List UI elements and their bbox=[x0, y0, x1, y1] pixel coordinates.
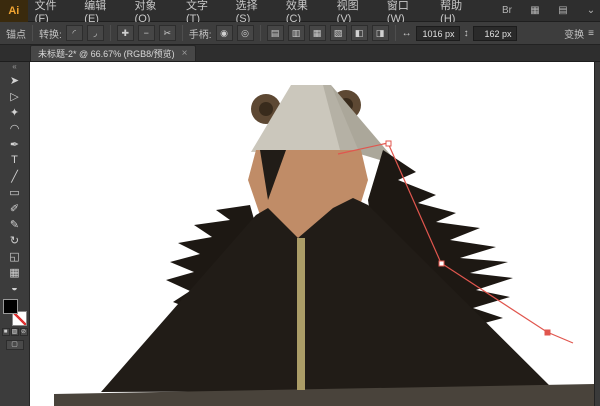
direct-selection-tool[interactable]: ▷ bbox=[3, 88, 27, 104]
align-left-button[interactable]: ▤ bbox=[266, 25, 284, 41]
none-mode-button[interactable]: ⊘ bbox=[19, 328, 28, 336]
convert-to-smooth-button[interactable]: ◜ bbox=[65, 25, 83, 41]
cut-path-button[interactable]: ✂ bbox=[158, 25, 176, 41]
arrange-documents-icon[interactable]: ▦ bbox=[526, 5, 544, 16]
gradient-tool[interactable]: ▦ bbox=[3, 264, 27, 280]
document-tab-title: 未标题-2* @ 66.67% (RGB8/预览) bbox=[38, 49, 175, 59]
control-bar: 锚点 转换: ◜ ◞ ✚ − ✂ 手柄: ◉ ◎ ▤ ▥ ▦ ▧ ◧ ◨ ↔ 1… bbox=[0, 22, 600, 45]
artwork bbox=[30, 62, 594, 406]
illustrator-window: Ai 文件(F) 编辑(E) 对象(O) 文字(T) 选择(S) 效果(C) 视… bbox=[0, 0, 600, 406]
height-icon: ↕ bbox=[463, 27, 469, 39]
tools-panel: « ➤ ▷ ✦ ◠ ✒ T ╱ ▭ ✐ ✎ ↻ ◱ ▦ ◒ ■ ▨ ⊘ ▢ bbox=[0, 62, 30, 406]
rectangle-tool[interactable]: ▭ bbox=[3, 184, 27, 200]
convert-label: 转换: bbox=[39, 29, 62, 41]
distribute-top-button[interactable]: ▧ bbox=[329, 25, 347, 41]
anchor-point-selected[interactable] bbox=[544, 329, 551, 336]
menu-item-view[interactable]: 视图(V) bbox=[330, 0, 380, 25]
anchor-label: 锚点 bbox=[6, 29, 26, 41]
center-stripe-shape bbox=[297, 238, 305, 390]
close-icon[interactable]: × bbox=[182, 48, 188, 59]
eyedropper-tool[interactable]: ◒ bbox=[3, 280, 27, 296]
bridge-icon[interactable]: Br bbox=[498, 5, 516, 16]
menu-item-window[interactable]: 窗口(W) bbox=[380, 0, 433, 25]
handles-label: 手柄: bbox=[188, 29, 212, 41]
panel-menu-icon[interactable]: ≡ bbox=[588, 28, 594, 39]
menu-item-object[interactable]: 对象(O) bbox=[128, 0, 179, 25]
paint-mode-buttons: ■ ▨ ⊘ bbox=[1, 328, 28, 336]
workspace-switcher-icon[interactable]: ▤ bbox=[554, 5, 572, 16]
delete-anchor-button[interactable]: − bbox=[137, 25, 155, 41]
selection-tool[interactable]: ➤ bbox=[3, 72, 27, 88]
paintbrush-tool[interactable]: ✐ bbox=[3, 200, 27, 216]
anchor-point[interactable] bbox=[438, 260, 445, 267]
transform-label[interactable]: 变换 bbox=[564, 26, 584, 41]
distribute-bottom-button[interactable]: ◨ bbox=[371, 25, 389, 41]
rotate-tool[interactable]: ↻ bbox=[3, 232, 27, 248]
convert-to-corner-button[interactable]: ◞ bbox=[86, 25, 104, 41]
menu-item-effect[interactable]: 效果(C) bbox=[279, 0, 330, 25]
menu-bar: Ai 文件(F) 编辑(E) 对象(O) 文字(T) 选择(S) 效果(C) 视… bbox=[0, 0, 600, 25]
separator bbox=[109, 25, 111, 41]
artboard-canvas[interactable] bbox=[30, 62, 594, 406]
left-ear-inner-shape bbox=[259, 102, 273, 116]
screen-mode-button[interactable]: ▢ bbox=[5, 340, 24, 350]
pencil-tool[interactable]: ✎ bbox=[3, 216, 27, 232]
lasso-tool[interactable]: ◠ bbox=[3, 120, 27, 136]
y-position-field[interactable]: 162 px bbox=[472, 25, 517, 41]
menu-item-help[interactable]: 帮助(H) bbox=[433, 0, 484, 25]
separator bbox=[259, 25, 261, 41]
menubar-icons: Br ▦ ▤ ⌄ bbox=[498, 5, 600, 16]
align-center-button[interactable]: ▥ bbox=[287, 25, 305, 41]
gradient-mode-button[interactable]: ▨ bbox=[10, 328, 19, 336]
fill-color-swatch[interactable] bbox=[2, 299, 18, 314]
scale-tool[interactable]: ◱ bbox=[3, 248, 27, 264]
separator bbox=[394, 25, 396, 41]
app-logo: Ai bbox=[0, 0, 28, 22]
width-icon: ↔ bbox=[401, 27, 412, 39]
window-edge bbox=[594, 62, 600, 406]
chevron-down-icon[interactable]: ⌄ bbox=[582, 5, 600, 16]
line-segment-tool[interactable]: ╱ bbox=[3, 168, 27, 184]
hide-handles-button[interactable]: ◎ bbox=[236, 25, 254, 41]
align-right-button[interactable]: ▦ bbox=[308, 25, 326, 41]
anchor-point[interactable] bbox=[385, 140, 392, 147]
show-handles-button[interactable]: ◉ bbox=[215, 25, 233, 41]
menu-item-file[interactable]: 文件(F) bbox=[28, 0, 78, 25]
separator bbox=[181, 25, 183, 41]
type-tool[interactable]: T bbox=[3, 152, 27, 168]
separator bbox=[32, 25, 33, 41]
add-anchor-button[interactable]: ✚ bbox=[116, 25, 134, 41]
menu-item-edit[interactable]: 编辑(E) bbox=[77, 0, 127, 25]
distribute-middle-button[interactable]: ◧ bbox=[350, 25, 368, 41]
main-area: « ➤ ▷ ✦ ◠ ✒ T ╱ ▭ ✐ ✎ ↻ ◱ ▦ ◒ ■ ▨ ⊘ ▢ bbox=[0, 62, 600, 406]
color-swatches bbox=[2, 299, 28, 326]
document-tab[interactable]: 未标题-2* @ 66.67% (RGB8/预览) × bbox=[30, 45, 196, 61]
magic-wand-tool[interactable]: ✦ bbox=[3, 104, 27, 120]
x-position-field[interactable]: 1016 px bbox=[415, 25, 460, 41]
panel-collapse-icon[interactable]: « bbox=[12, 63, 16, 72]
menu-item-select[interactable]: 选择(S) bbox=[229, 0, 279, 25]
document-tab-bar: 未标题-2* @ 66.67% (RGB8/预览) × bbox=[0, 45, 600, 62]
color-mode-button[interactable]: ■ bbox=[1, 328, 10, 336]
menu-item-type[interactable]: 文字(T) bbox=[179, 0, 229, 25]
pen-tool[interactable]: ✒ bbox=[3, 136, 27, 152]
